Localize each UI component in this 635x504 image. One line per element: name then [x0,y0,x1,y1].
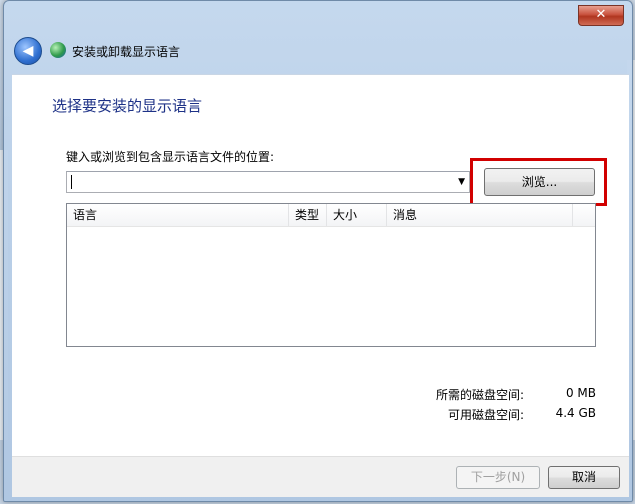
dialog-window: ✕ ◀ 安装或卸载显示语言 选择要安装的显示语言 键入或浏览到包含显示语言文件的… [3,0,633,502]
next-button[interactable]: 下一步(N) [456,466,540,489]
cancel-button[interactable]: 取消 [548,466,620,489]
column-header-size[interactable]: 大小 [327,204,387,226]
back-arrow-icon: ◀ [22,43,34,59]
path-combobox[interactable]: ▼ [66,171,470,193]
column-header-type[interactable]: 类型 [289,204,327,226]
required-space-label: 所需的磁盘空间: [435,388,524,402]
dialog-footer: 下一步(N) 取消 [12,456,629,497]
close-icon: ✕ [595,7,607,22]
back-button[interactable]: ◀ [14,37,42,65]
required-space-value: 0 MB [565,386,596,400]
browse-button[interactable]: 浏览... [484,168,595,196]
nav-bar: ◀ 安装或卸载显示语言 [12,35,612,67]
text-caret [71,175,72,189]
page-heading: 选择要安装的显示语言 [52,97,203,115]
column-header-message[interactable]: 消息 [387,204,573,226]
close-button[interactable]: ✕ [578,5,624,26]
window-title: 安装或卸载显示语言 [72,45,181,59]
list-header: 语言 类型 大小 消息 [67,204,595,227]
path-label: 键入或浏览到包含显示语言文件的位置: [66,150,275,164]
language-list[interactable]: 语言 类型 大小 消息 [66,203,596,347]
available-space-value: 4.4 GB [555,406,596,420]
dropdown-arrow-icon[interactable]: ▼ [458,177,465,187]
globe-icon [50,42,66,58]
content-panel: 选择要安装的显示语言 键入或浏览到包含显示语言文件的位置: ▼ 浏览... 语言… [12,74,629,457]
column-header-language[interactable]: 语言 [67,204,289,226]
available-space-label: 可用磁盘空间: [447,408,524,422]
